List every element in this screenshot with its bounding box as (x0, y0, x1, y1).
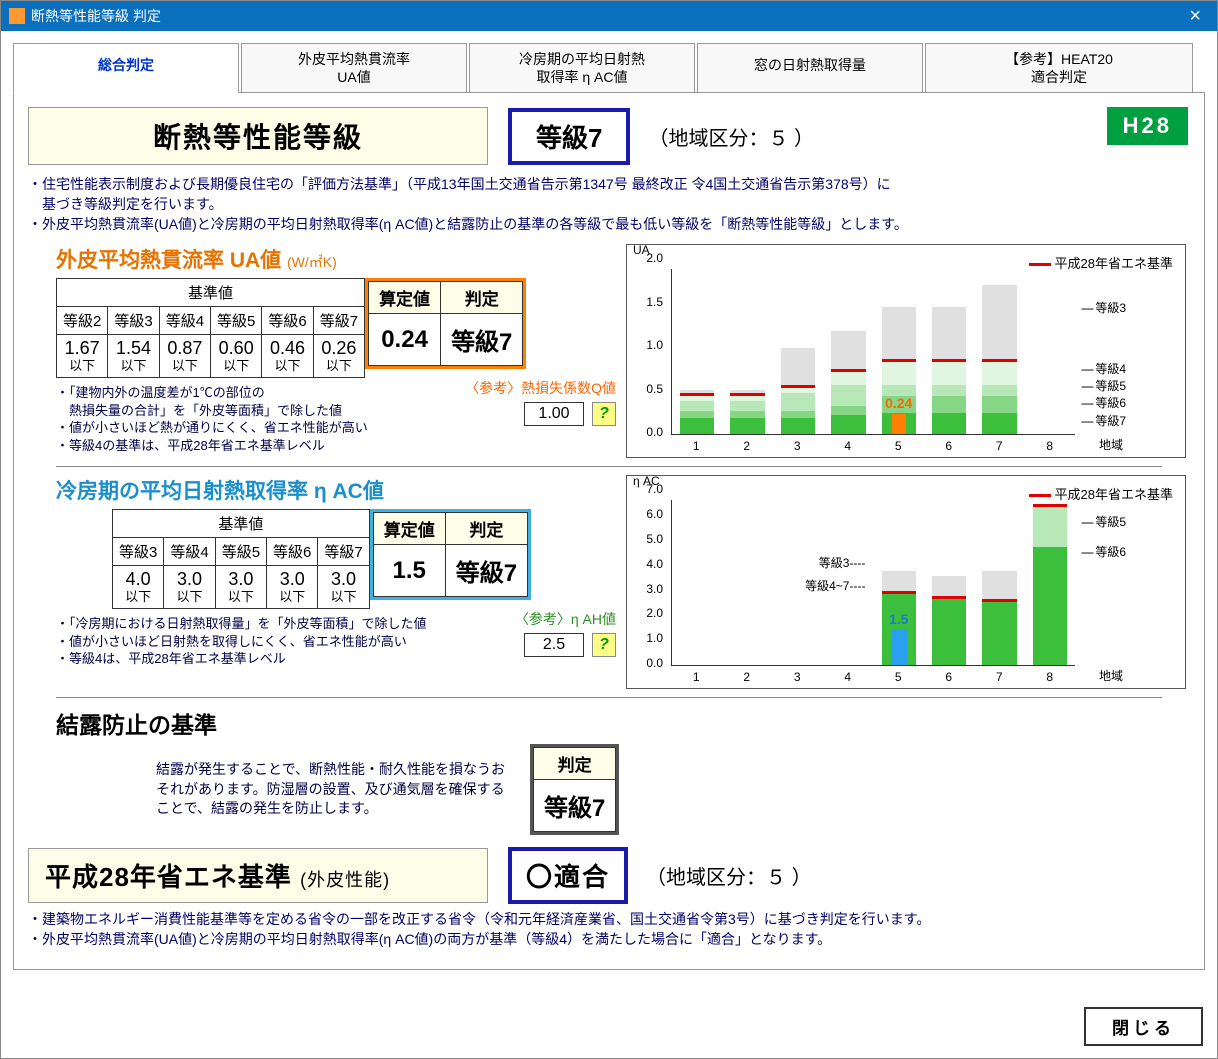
tab-ac[interactable]: 冷房期の平均日射熱 取得率 η AC値 (469, 43, 695, 92)
ua-calc-value: 0.24 (369, 314, 441, 366)
ua-calc-box: 算定値判定 0.24等級7 (365, 278, 526, 369)
ac-notes: ・「冷房期における日射熱取得量」を「外皮等面積」で除した値 ・値が小さいほど日射… (56, 615, 505, 668)
tabs: 総合判定 外皮平均熱貫流率 UA値 冷房期の平均日射熱 取得率 η AC値 窓の… (13, 43, 1205, 92)
ketsuro-notes: 結露が発生することで、断熱性能・耐久性能を損なうおそれがあります。防湿層の設置、… (156, 760, 516, 819)
ac-section: 冷房期の平均日射熱取得率 η AC値 基準値 等級3等級4等級5等級6等級7 4… (56, 475, 1190, 689)
content-area: 総合判定 外皮平均熱貫流率 UA値 冷房期の平均日射熱 取得率 η AC値 窓の… (1, 31, 1217, 1058)
divider (56, 466, 1162, 467)
ketsuro-title: 結露防止の基準 (56, 706, 1190, 740)
ac-chart: η AC 平成28年省エネ基準 7.06.05.04.03.02.01.00.0… (626, 475, 1186, 689)
h28-title: 平成28年省エネ基準 (外皮性能) (28, 848, 488, 903)
app-icon (9, 8, 25, 24)
help-icon[interactable]: ? (592, 402, 616, 426)
ua-std-table: 基準値 等級2等級3等級4等級5等級6等級7 1.67以下1.54以下0.87以… (56, 278, 365, 378)
ua-section: 外皮平均熱貫流率 UA値 (W/㎡K) 基準値 等級2等級3等級4等級5等級6等… (56, 244, 1190, 458)
help-icon[interactable]: ? (592, 633, 616, 657)
ac-std-table: 基準値 等級3等級4等級5等級6等級7 4.0以下3.0以下3.0以下3.0以下… (112, 509, 370, 609)
ua-ref-value: 1.00 (524, 402, 584, 426)
ac-ref-value: 2.5 (524, 633, 584, 657)
summary-title: 断熱等性能等級 (28, 107, 488, 165)
app-window: 断熱等性能等級 判定 × 総合判定 外皮平均熱貫流率 UA値 冷房期の平均日射熱… (0, 0, 1218, 1059)
tab-heat20[interactable]: 【参考】HEAT20 適合判定 (925, 43, 1193, 92)
tab-ua[interactable]: 外皮平均熱貫流率 UA値 (241, 43, 467, 92)
conform-box: 〇適合 (508, 847, 628, 904)
tab-window[interactable]: 窓の日射熱取得量 (697, 43, 923, 92)
divider (56, 697, 1162, 698)
ua-chart: UA 平成28年省エネ基準 2.01.51.00.50.0 0.24 12345… (626, 244, 1186, 458)
h28-badge: H28 (1107, 107, 1188, 145)
h28-desc: ・建築物エネルギー消費性能基準等を定める省令の一部を改正する省令（令和元年経済産… (28, 910, 1190, 949)
window-title: 断熱等性能等級 判定 (31, 6, 161, 26)
ac-judge-value: 等級7 (445, 545, 527, 597)
ac-title: 冷房期の平均日射熱取得率 η AC値 (56, 475, 616, 505)
ua-notes: ・「建物内外の温度差が1℃の部位の 熱損失量の合計」を「外皮等面積」で除した値 … (56, 384, 455, 454)
tab-overall[interactable]: 総合判定 (13, 43, 239, 93)
ua-judge-value: 等級7 (441, 314, 523, 366)
close-icon[interactable]: × (1181, 5, 1209, 28)
summary-desc: ・住宅性能表示制度および長期優良住宅の「評価方法基準」（平成13年国土交通省告示… (28, 175, 1190, 234)
ketsuro-judge-value: 等級7 (534, 780, 616, 832)
ac-calc-value: 1.5 (373, 545, 445, 597)
ketsuro-section: 結露防止の基準 結露が発生することで、断熱性能・耐久性能を損なうおそれがあります… (56, 706, 1190, 835)
ac-ref-label: 〈参考〉η AH値 (515, 609, 616, 629)
grade-box: 等級7 (508, 108, 630, 165)
zone-label: （地域区分：５ ） (648, 122, 814, 151)
h28-zone: （地域区分：５ ） (646, 861, 812, 890)
panel: H28 断熱等性能等級 等級7 （地域区分：５ ） ・住宅性能表示制度および長期… (13, 92, 1205, 970)
ketsuro-box: 判定 等級7 (530, 744, 619, 835)
ua-title: 外皮平均熱貫流率 UA値 (W/㎡K) (56, 244, 616, 274)
ac-calc-box: 算定値判定 1.5等級7 (370, 509, 531, 600)
close-button[interactable]: 閉じる (1084, 1007, 1203, 1046)
ua-ref-label: 〈参考〉熱損失係数Q値 (465, 378, 616, 398)
titlebar: 断熱等性能等級 判定 × (1, 1, 1217, 31)
h28-row: 平成28年省エネ基準 (外皮性能) 〇適合 （地域区分：５ ） (28, 847, 1190, 904)
